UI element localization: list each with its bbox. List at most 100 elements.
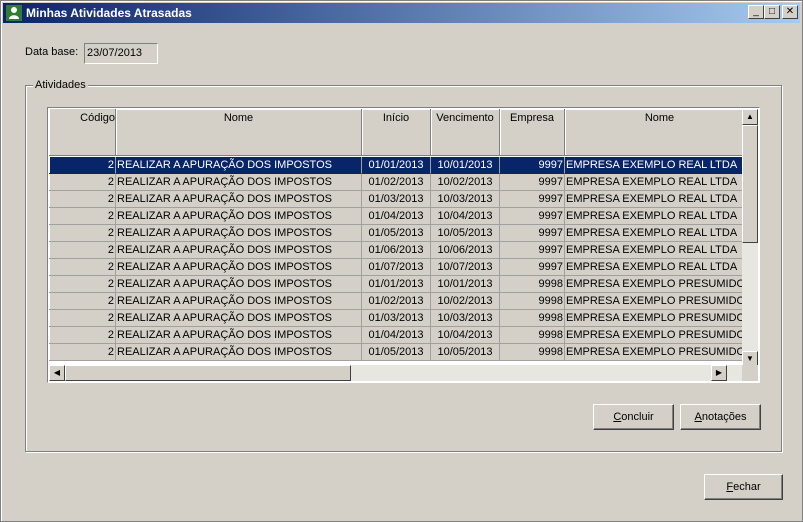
- grid-header: Código Nome Início Vencimento Empresa No…: [49, 109, 742, 156]
- scrollbar-corner: [742, 365, 758, 381]
- cell-vencimento: 10/07/2013: [431, 259, 500, 276]
- scroll-right-icon[interactable]: ▶: [711, 365, 727, 381]
- cell-nome-empresa: EMPRESA EXEMPLO REAL LTDA: [565, 174, 742, 191]
- cell-empresa: 9997: [500, 225, 565, 242]
- scroll-up-icon[interactable]: ▲: [742, 109, 758, 125]
- close-button[interactable]: ✕: [782, 5, 798, 19]
- cell-empresa: 9998: [500, 293, 565, 310]
- cell-nome-empresa: EMPRESA EXEMPLO PRESUMIDO: [565, 293, 742, 310]
- cell-vencimento: 10/05/2013: [431, 344, 500, 361]
- cell-empresa: 9997: [500, 191, 565, 208]
- column-header-codigo[interactable]: Código: [49, 109, 116, 156]
- fechar-button[interactable]: Fechar: [704, 474, 783, 500]
- cell-empresa: 9997: [500, 242, 565, 259]
- maximize-button[interactable]: □: [764, 5, 780, 19]
- cell-codigo: 2: [49, 344, 116, 361]
- window-title: Minhas Atividades Atrasadas: [26, 6, 192, 20]
- column-header-inicio[interactable]: Início: [362, 109, 431, 156]
- cell-codigo: 2: [49, 208, 116, 225]
- table-row[interactable]: 2 REALIZAR A APURAÇÃO DOS IMPOSTOS 01/03/2…: [49, 191, 742, 208]
- cell-nome: REALIZAR A APURAÇÃO DOS IMPOSTOS: [116, 344, 362, 361]
- cell-codigo: 2: [49, 157, 116, 174]
- table-row[interactable]: 2 REALIZAR A APURAÇÃO DOS IMPOSTOS 01/05/2…: [49, 225, 742, 242]
- concluir-label: oncluir: [621, 411, 654, 423]
- cell-empresa: 9997: [500, 208, 565, 225]
- cell-nome-empresa: EMPRESA EXEMPLO REAL LTDA: [565, 157, 742, 174]
- cell-nome: REALIZAR A APURAÇÃO DOS IMPOSTOS: [116, 293, 362, 310]
- cell-empresa: 9997: [500, 174, 565, 191]
- table-row[interactable]: 2 REALIZAR A APURAÇÃO DOS IMPOSTOS 01/04/2…: [49, 208, 742, 225]
- vertical-scroll-thumb[interactable]: [742, 125, 758, 243]
- cell-inicio: 01/06/2013: [362, 242, 431, 259]
- column-header-nome-empresa[interactable]: Nome: [565, 109, 742, 156]
- cell-codigo: 2: [49, 327, 116, 344]
- cell-inicio: 01/01/2013: [362, 276, 431, 293]
- cell-nome: REALIZAR A APURAÇÃO DOS IMPOSTOS: [116, 327, 362, 344]
- cell-vencimento: 10/06/2013: [431, 242, 500, 259]
- cell-codigo: 2: [49, 225, 116, 242]
- cell-inicio: 01/05/2013: [362, 225, 431, 242]
- cell-vencimento: 10/02/2013: [431, 174, 500, 191]
- cell-inicio: 01/04/2013: [362, 208, 431, 225]
- cell-nome: REALIZAR A APURAÇÃO DOS IMPOSTOS: [116, 157, 362, 174]
- cell-nome: REALIZAR A APURAÇÃO DOS IMPOSTOS: [116, 208, 362, 225]
- date-base-field[interactable]: 23/07/2013: [84, 43, 158, 64]
- cell-nome: REALIZAR A APURAÇÃO DOS IMPOSTOS: [116, 310, 362, 327]
- cell-nome-empresa: EMPRESA EXEMPLO PRESUMIDO: [565, 327, 742, 344]
- column-header-vencimento[interactable]: Vencimento: [431, 109, 500, 156]
- cell-codigo: 2: [49, 242, 116, 259]
- cell-empresa: 9998: [500, 327, 565, 344]
- cell-empresa: 9997: [500, 259, 565, 276]
- table-row[interactable]: 2 REALIZAR A APURAÇÃO DOS IMPOSTOS 01/05/2…: [49, 344, 742, 361]
- cell-nome: REALIZAR A APURAÇÃO DOS IMPOSTOS: [116, 191, 362, 208]
- anotacoes-button[interactable]: Anotações: [680, 404, 761, 430]
- cell-nome-empresa: EMPRESA EXEMPLO REAL LTDA: [565, 242, 742, 259]
- cell-nome-empresa: EMPRESA EXEMPLO REAL LTDA: [565, 208, 742, 225]
- table-row[interactable]: 2 REALIZAR A APURAÇÃO DOS IMPOSTOS 01/06/2…: [49, 242, 742, 259]
- user-icon: [6, 5, 22, 21]
- title-bar[interactable]: Minhas Atividades Atrasadas _ □ ✕: [3, 3, 800, 23]
- table-row[interactable]: 2 REALIZAR A APURAÇÃO DOS IMPOSTOS 01/03/2…: [49, 310, 742, 327]
- cell-inicio: 01/07/2013: [362, 259, 431, 276]
- cell-empresa: 9998: [500, 310, 565, 327]
- cell-nome-empresa: EMPRESA EXEMPLO REAL LTDA: [565, 191, 742, 208]
- table-row[interactable]: 2 REALIZAR A APURAÇÃO DOS IMPOSTOS 01/07/2…: [49, 259, 742, 276]
- horizontal-scroll-thumb[interactable]: [65, 365, 351, 381]
- cell-inicio: 01/03/2013: [362, 191, 431, 208]
- cell-codigo: 2: [49, 276, 116, 293]
- cell-nome: REALIZAR A APURAÇÃO DOS IMPOSTOS: [116, 242, 362, 259]
- cell-vencimento: 10/01/2013: [431, 157, 500, 174]
- cell-nome: REALIZAR A APURAÇÃO DOS IMPOSTOS: [116, 174, 362, 191]
- activities-group-title: Atividades: [33, 79, 88, 91]
- cell-vencimento: 10/05/2013: [431, 225, 500, 242]
- scroll-left-icon[interactable]: ◀: [49, 365, 65, 381]
- minimize-button[interactable]: _: [748, 5, 764, 19]
- cell-vencimento: 10/03/2013: [431, 191, 500, 208]
- concluir-button[interactable]: Concluir: [593, 404, 674, 430]
- activities-grid[interactable]: Código Nome Início Vencimento Empresa No…: [47, 107, 760, 383]
- cell-codigo: 2: [49, 293, 116, 310]
- table-row[interactable]: 2 REALIZAR A APURAÇÃO DOS IMPOSTOS 01/01/2…: [49, 157, 742, 174]
- cell-nome: REALIZAR A APURAÇÃO DOS IMPOSTOS: [116, 259, 362, 276]
- cell-inicio: 01/02/2013: [362, 293, 431, 310]
- anotacoes-accelerator: A: [694, 411, 702, 423]
- horizontal-scrollbar[interactable]: ◀ ▶: [49, 365, 743, 381]
- cell-nome: REALIZAR A APURAÇÃO DOS IMPOSTOS: [116, 225, 362, 242]
- vertical-scrollbar[interactable]: ▲ ▼: [742, 109, 758, 367]
- table-row[interactable]: 2 REALIZAR A APURAÇÃO DOS IMPOSTOS 01/04/2…: [49, 327, 742, 344]
- cell-nome-empresa: EMPRESA EXEMPLO REAL LTDA: [565, 225, 742, 242]
- cell-inicio: 01/02/2013: [362, 174, 431, 191]
- cell-codigo: 2: [49, 174, 116, 191]
- table-row[interactable]: 2 REALIZAR A APURAÇÃO DOS IMPOSTOS 01/02/2…: [49, 174, 742, 191]
- cell-vencimento: 10/03/2013: [431, 310, 500, 327]
- table-row[interactable]: 2 REALIZAR A APURAÇÃO DOS IMPOSTOS 01/01/2…: [49, 276, 742, 293]
- table-row[interactable]: 2 REALIZAR A APURAÇÃO DOS IMPOSTOS 01/02/2…: [49, 293, 742, 310]
- cell-inicio: 01/03/2013: [362, 310, 431, 327]
- column-header-nome[interactable]: Nome: [116, 109, 362, 156]
- cell-codigo: 2: [49, 310, 116, 327]
- cell-empresa: 9998: [500, 276, 565, 293]
- column-header-empresa[interactable]: Empresa: [500, 109, 565, 156]
- window: Minhas Atividades Atrasadas _ □ ✕ Data b…: [0, 0, 803, 522]
- cell-vencimento: 10/01/2013: [431, 276, 500, 293]
- cell-nome-empresa: EMPRESA EXEMPLO PRESUMIDO: [565, 344, 742, 361]
